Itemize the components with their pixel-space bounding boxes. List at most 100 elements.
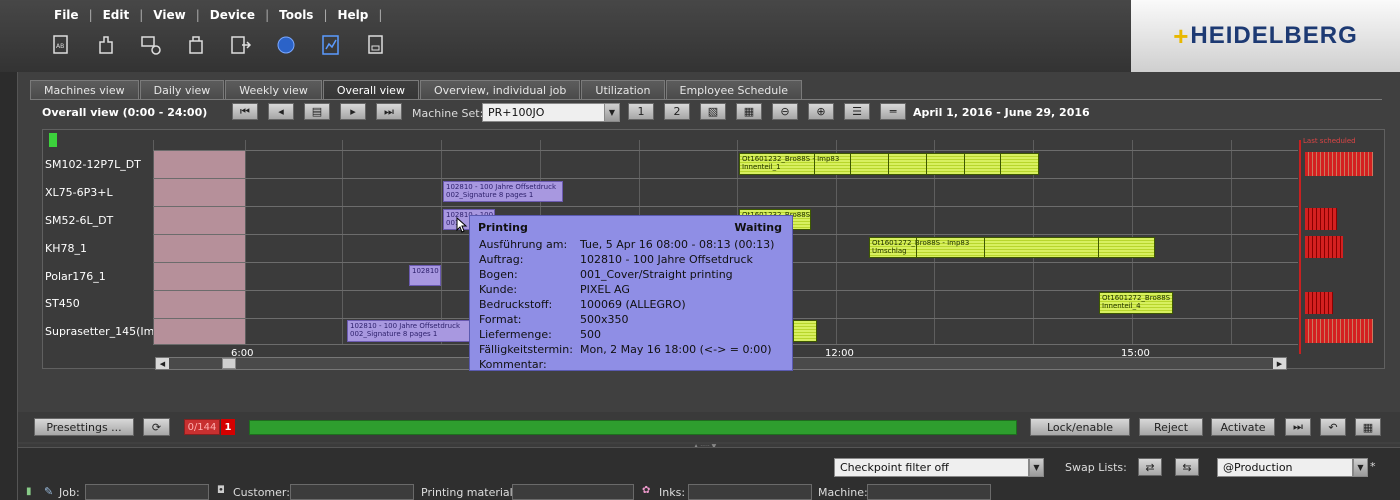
layout-button[interactable]: ▦ — [736, 103, 762, 120]
refresh-button[interactable]: ⟳ — [143, 418, 170, 436]
menu-device[interactable]: Device — [200, 8, 265, 22]
list-button[interactable]: ☰ — [844, 103, 870, 120]
zoom-out-button[interactable]: ⊖ — [772, 103, 798, 120]
printing-material-input[interactable] — [512, 484, 634, 500]
menu-file[interactable]: File — [44, 8, 89, 22]
swap-list-a-button[interactable]: ⇄ — [1138, 458, 1162, 476]
settings-computer-icon[interactable] — [140, 34, 162, 58]
toolbar: AB — [50, 34, 410, 62]
job-icon: ✎ — [44, 485, 54, 498]
machine-row-label[interactable]: SM102-12P7L_DT — [45, 158, 153, 171]
prev-button[interactable]: ◂ — [268, 103, 294, 120]
heidelberg-logo: + HEIDELBERG — [1131, 0, 1400, 72]
tooltip-value: 001_Cover/Straight printing — [580, 268, 733, 281]
calendar-button[interactable]: ▤ — [304, 103, 330, 120]
lock-enable-button[interactable]: Lock/enable — [1030, 418, 1130, 436]
activate-button[interactable]: Activate — [1211, 418, 1275, 436]
customer-icon: ◘ — [217, 485, 225, 496]
job-bar[interactable] — [793, 320, 817, 342]
view-1-button[interactable]: 1 — [628, 103, 654, 120]
tab-utilization[interactable]: Utilization — [581, 80, 665, 100]
machine-set-select[interactable]: PR+100JO — [482, 103, 620, 122]
tooltip-status: Waiting — [734, 221, 782, 234]
left-splitter[interactable] — [0, 72, 18, 500]
red-header: Last scheduled — [1303, 137, 1356, 145]
job-bar[interactable]: Ot1601272_Bro88S - Imp83 Umschlag — [869, 237, 1155, 258]
swap-list-b-button[interactable]: ⇆ — [1175, 458, 1199, 476]
job-bar[interactable]: 102810 - 100 Jahre Offsetdruck 002_Signat… — [347, 320, 471, 342]
menu-view[interactable]: View — [143, 8, 195, 22]
scroll-right-icon[interactable]: ▶ — [1273, 358, 1286, 369]
swap-lists-label: Swap Lists: — [1065, 461, 1127, 474]
customer-filter-input[interactable] — [290, 484, 414, 500]
skip-button[interactable]: ⏭ — [1285, 418, 1311, 436]
menu-tools[interactable]: Tools — [269, 8, 323, 22]
progress-bar — [249, 420, 1017, 435]
job-export-icon[interactable] — [230, 34, 252, 58]
machine-set-label: Machine Set: — [412, 107, 484, 120]
tooltip-value: Tue, 5 Apr 16 08:00 - 08:13 (00:13) — [580, 238, 775, 251]
legend-marker-icon — [49, 133, 57, 147]
last-button[interactable]: ⏭ — [376, 103, 402, 120]
document-button[interactable]: ▧ — [700, 103, 726, 120]
checkpoint-filter-select[interactable]: Checkpoint filter off — [834, 458, 1029, 477]
job-bar[interactable]: 102810 - 100 Jahre Offsetdruck 002_Signat… — [443, 181, 563, 202]
machine-filter-input[interactable] — [867, 484, 991, 500]
collapse-button[interactable]: ═ — [880, 103, 906, 120]
job-label: Job: — [59, 486, 80, 499]
job-bar[interactable]: Ot1601232_Bro88S - Imp83 Innenteil_1 — [739, 153, 1039, 175]
menu-help[interactable]: Help — [328, 8, 379, 22]
production-select[interactable]: @Production — [1217, 458, 1353, 477]
machine-row-label[interactable]: Suprasetter_145(Ima — [45, 325, 153, 338]
next-button[interactable]: ▸ — [340, 103, 366, 120]
job-bar[interactable]: Ot1601272_Bro88S Innenteil_4 — [1099, 292, 1173, 314]
menu-edit[interactable]: Edit — [93, 8, 140, 22]
tooltip-value: 102810 - 100 Jahre Offsetdruck — [580, 253, 753, 266]
tooltip-label: Format: — [479, 313, 522, 326]
job-sheet-icon[interactable]: AB — [50, 34, 72, 58]
inks-filter-input[interactable] — [688, 484, 812, 500]
tab-weekly-view[interactable]: Weekly view — [225, 80, 322, 100]
machine-row-label[interactable]: KH78_1 — [45, 242, 153, 255]
presettings-button[interactable]: Presettings ... — [34, 418, 134, 436]
job-filter-input[interactable] — [85, 484, 209, 500]
overview-title: Overall view (0:00 - 24:00) — [42, 106, 208, 119]
view-2-button[interactable]: 2 — [664, 103, 690, 120]
tooltip-label: Kunde: — [479, 283, 518, 296]
tooltip-value: 500 — [580, 328, 601, 341]
chevron-down-icon[interactable]: ▼ — [1029, 458, 1044, 477]
zoom-in-icon: ⊕ — [816, 105, 826, 118]
machine-row-label[interactable]: ST450 — [45, 297, 153, 310]
zoom-in-button[interactable]: ⊕ — [808, 103, 834, 120]
customer-label: Customer: — [233, 486, 290, 499]
machine-row-label[interactable]: Polar176_1 — [45, 270, 153, 283]
first-button[interactable]: ⏮ — [232, 103, 258, 120]
machine-row-label[interactable]: XL75-6P3+L — [45, 186, 153, 199]
now-marker — [1299, 140, 1301, 354]
chevron-down-icon[interactable]: ▼ — [604, 104, 619, 121]
scroll-left-icon[interactable]: ◀ — [156, 358, 169, 369]
machine-row-label[interactable]: SM52-6L_DT — [45, 214, 153, 227]
globe-icon[interactable] — [275, 34, 297, 58]
tab-daily-view[interactable]: Daily view — [139, 80, 225, 100]
undo-button[interactable]: ↶ — [1320, 418, 1346, 436]
tab-machines-view[interactable]: Machines view — [30, 80, 139, 100]
chevron-down-icon[interactable]: ▼ — [1353, 458, 1368, 477]
device-setup-icon[interactable] — [185, 34, 207, 58]
zoom-out-icon: ⊖ — [780, 105, 790, 118]
machine-icon[interactable] — [95, 34, 117, 58]
tooltip-value: PIXEL AG — [580, 283, 630, 296]
job-bar[interactable]: 102810 — [409, 265, 441, 286]
job-tooltip: Printing Waiting Ausführung am: Tue, 5 Ap… — [469, 215, 793, 371]
reject-button[interactable]: Reject — [1139, 418, 1203, 436]
skip-icon: ⏭ — [1293, 420, 1303, 433]
print-sheet-icon[interactable] — [365, 34, 387, 58]
chart-report-icon[interactable] — [320, 34, 342, 58]
tab-overall-view[interactable]: Overall view — [322, 80, 419, 100]
scroll-thumb[interactable] — [222, 358, 236, 369]
grid-button[interactable]: ▦ — [1355, 418, 1381, 436]
tab-employee-schedule[interactable]: Employee Schedule — [665, 80, 803, 100]
tab-overview-individual-job[interactable]: Overview, individual job — [419, 80, 581, 100]
tooltip-label: Kommentar: — [479, 358, 547, 371]
layout-icon: ▦ — [743, 105, 755, 118]
